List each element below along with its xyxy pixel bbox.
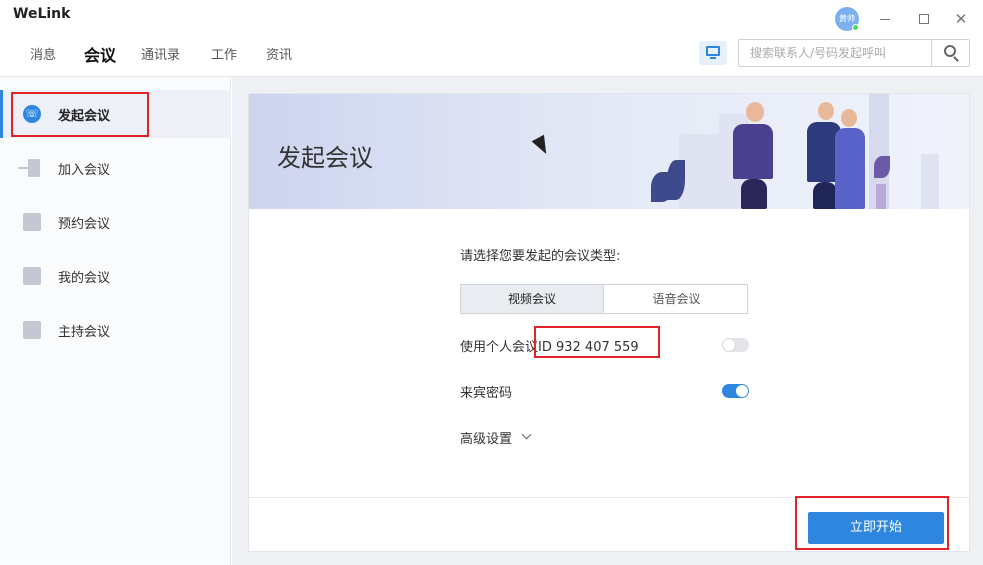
advanced-settings-link[interactable]: 高级设置 [460,428,512,447]
building-shape [921,154,939,209]
person-legs [813,182,837,209]
tab-meetings[interactable]: 会议 [84,42,116,66]
highlight-box-meeting-id [534,326,660,358]
sidebar-item-label: 预约会议 [58,217,111,232]
host-icon [23,321,41,339]
screen-share-button[interactable] [699,41,727,65]
sidebar-item-host-meeting[interactable]: 主持会议 [0,306,231,354]
close-button[interactable]: ✕ [949,7,973,31]
toggle-knob [736,385,748,397]
sidebar: ☏ 发起会议 加入会议 预约会议 我的会议 主持会议 [0,77,231,565]
page-title: 发起会议 [277,144,373,172]
person-legs [741,179,767,209]
guest-password-toggle[interactable] [722,384,749,398]
mouse-cursor-icon [531,134,553,158]
tab-messages[interactable]: 消息 [30,44,56,63]
monitor-icon [706,46,720,56]
start-meeting-card: 发起会议 请选择您要发起的会议类型: 视频会议 语音会议 使用个人会议ID 93… [248,93,970,552]
title-bar: WeLink 黄帅 ✕ [0,0,983,36]
sidebar-item-join-meeting[interactable]: 加入会议 [0,144,231,192]
meeting-type-prompt: 请选择您要发起的会议类型: [460,249,621,264]
tab-contacts[interactable]: 通讯录 [141,44,180,63]
tab-news[interactable]: 资讯 [266,44,292,63]
maximize-button[interactable] [912,7,936,31]
banner: 发起会议 [249,94,969,209]
sidebar-item-label: 主持会议 [58,325,111,340]
minimize-button[interactable] [873,7,897,31]
tab-work[interactable]: 工作 [211,44,237,63]
sidebar-item-schedule-meeting[interactable]: 预约会议 [0,198,231,246]
pot-shape [876,184,886,209]
sidebar-item-my-meetings[interactable]: 我的会议 [0,252,231,300]
toggle-knob [723,339,735,351]
close-icon: ✕ [954,10,968,28]
calendar-person-icon [23,267,41,285]
online-status-dot [852,24,859,31]
personal-meeting-id-toggle[interactable] [722,338,749,352]
video-meeting-option[interactable]: 视频会议 [461,285,604,313]
chevron-down-icon[interactable] [521,429,532,440]
person-body [835,128,865,209]
join-icon [28,159,40,177]
sidebar-item-label: 加入会议 [58,163,111,178]
minimize-icon [880,19,890,20]
plant-shape [667,160,685,200]
active-indicator [0,90,3,138]
calendar-clock-icon [23,213,41,231]
highlight-box-start-button [795,496,949,550]
search-icon-handle [953,56,959,62]
sidebar-item-label: 我的会议 [58,271,111,286]
person-head [746,102,764,122]
app-title: WeLink [13,6,71,22]
search-box [738,39,970,67]
highlight-box-sidebar [11,92,149,137]
person-body [733,124,773,179]
monitor-stand [710,57,716,59]
person-head [818,102,834,120]
meeting-type-selector: 视频会议 语音会议 [460,284,748,314]
voice-meeting-option[interactable]: 语音会议 [605,285,748,313]
person-head [841,109,857,127]
building-shape [679,134,719,209]
search-button[interactable] [931,40,969,66]
search-input[interactable] [739,40,931,66]
guest-password-label: 来宾密码 [460,386,513,401]
maximize-icon [919,14,929,24]
join-arrow [18,167,28,169]
plant-shape [874,156,890,178]
